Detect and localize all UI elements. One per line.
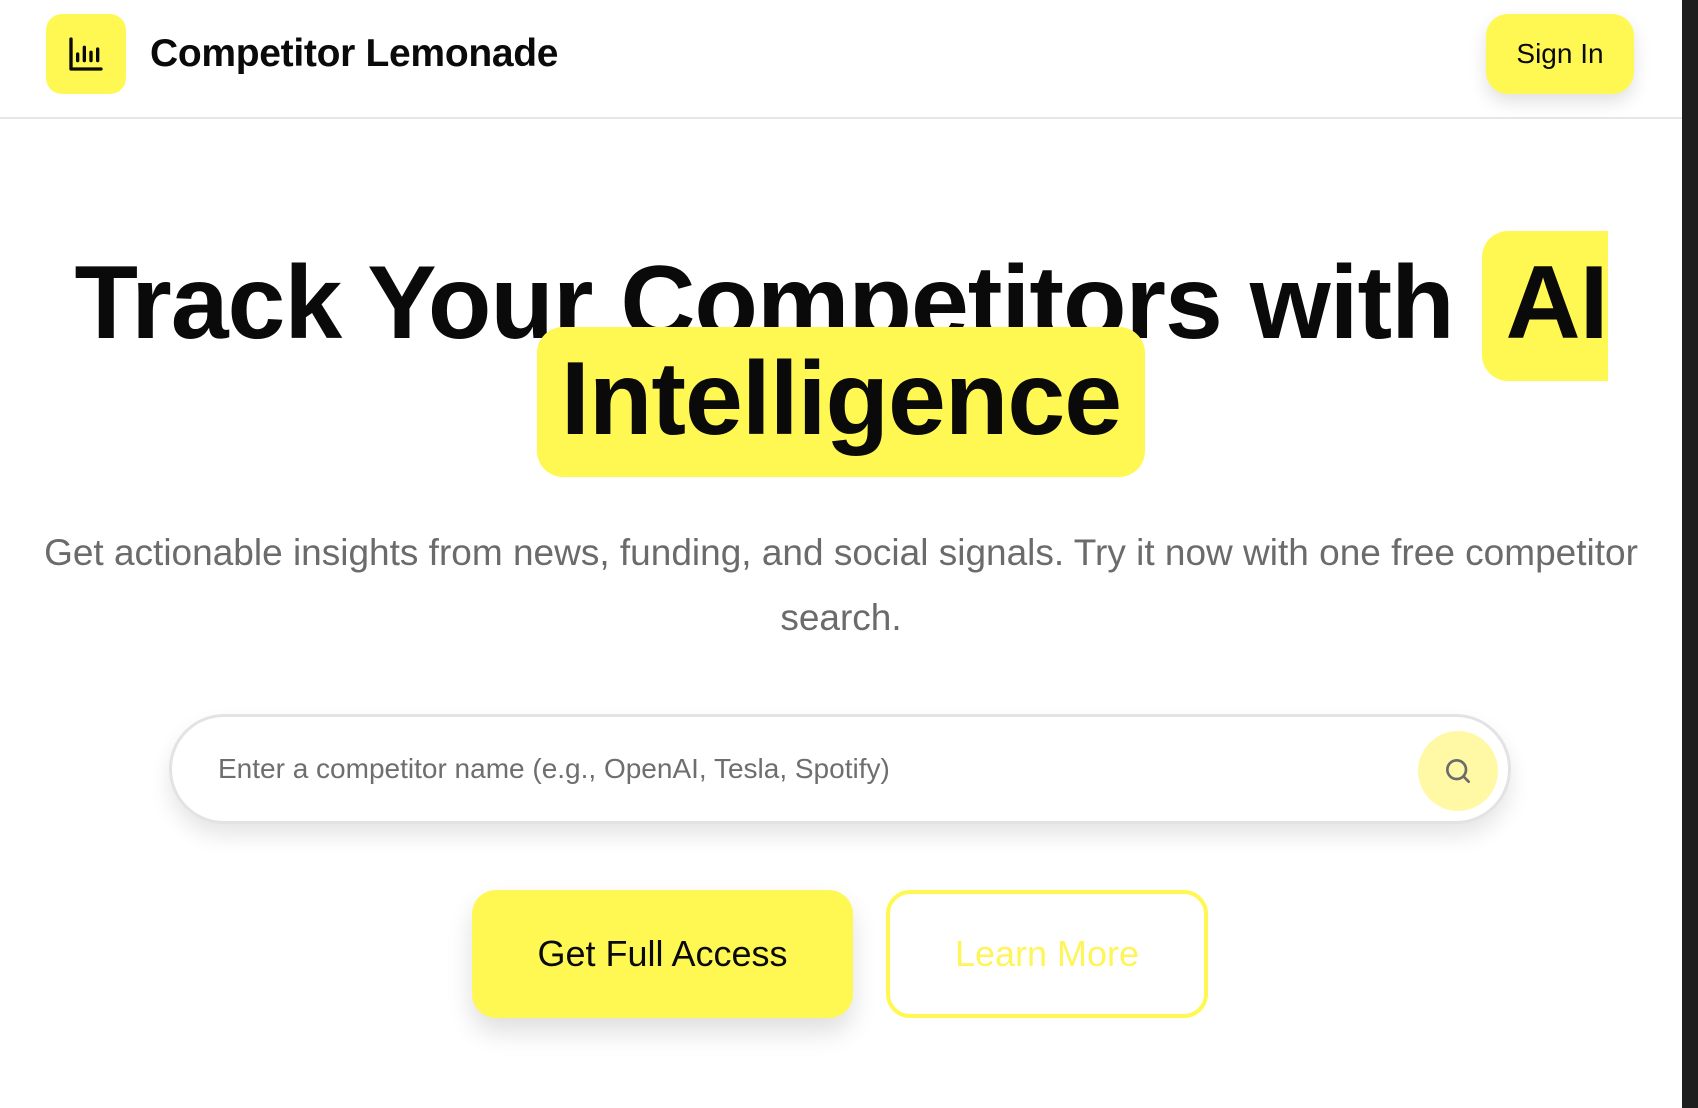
learn-more-button[interactable]: Learn More [886,890,1208,1018]
logo[interactable] [46,14,126,94]
sign-in-button[interactable]: Sign In [1486,14,1634,94]
top-nav: Competitor Lemonade Sign In [0,0,1682,119]
hero-title-highlight-intelligence: Intelligence [536,327,1146,477]
search-bar [169,714,1511,824]
get-full-access-button[interactable]: Get Full Access [472,890,853,1018]
bar-chart-icon [69,37,103,71]
hero-subtitle: Get actionable insights from news, fundi… [44,532,1638,638]
hero-title-line-2: Intelligence [0,327,1682,477]
hero-title-highlight-ai: AI [1481,231,1609,381]
search-icon [1446,759,1470,783]
search-button[interactable] [1418,731,1498,811]
hero-title: Track Your Competitors with AI Intellige… [0,231,1682,477]
window-edge [1682,0,1698,1108]
competitor-search-input[interactable] [218,741,1368,797]
brand-name[interactable]: Competitor Lemonade [150,28,558,80]
page: Competitor Lemonade Sign In Track Your C… [0,0,1698,1108]
